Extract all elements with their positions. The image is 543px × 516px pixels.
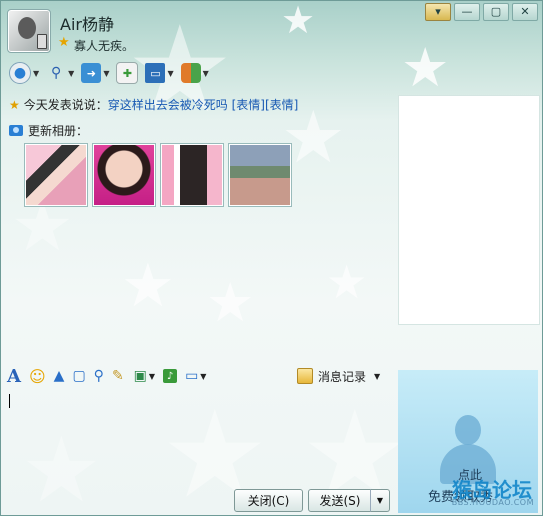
font-icon[interactable]: A — [7, 365, 21, 387]
close-button[interactable]: 关闭(C) — [234, 489, 303, 512]
send-options-button[interactable]: ▼ — [370, 489, 390, 512]
microphone-icon: ⚲ — [51, 65, 62, 81]
sms-icon: ✚ — [116, 62, 139, 84]
side-panel — [398, 95, 540, 325]
show-panel[interactable]: 点此 免费领取秀 猴岛论坛 BBS.HOUDAO.COM — [398, 370, 538, 513]
avatar[interactable] — [7, 9, 51, 53]
chat-header: Air杨静 ★ 寡人无疾。 ▾ — ▢ ✕ ● ▼ ⚲ ▼ ➜ ▼ ✚ ▭ ▼ … — [1, 1, 542, 93]
photo-thumbnail[interactable] — [228, 143, 292, 207]
sms-button[interactable]: ✚ — [114, 61, 140, 85]
chevron-down-icon[interactable]: ▼ — [68, 69, 74, 78]
scribble-icon[interactable]: ✎ — [112, 365, 124, 387]
webcam-button[interactable]: ● ▼ — [7, 61, 41, 85]
photo-image — [94, 145, 154, 205]
voice-message-icon[interactable]: ⚲ — [94, 365, 104, 387]
text-caret — [9, 394, 10, 408]
star-icon: ★ — [58, 35, 70, 50]
avatar-face — [18, 17, 36, 39]
chevron-down-icon[interactable]: ▼ — [200, 365, 206, 387]
chevron-down-icon[interactable]: ▼ — [203, 69, 209, 78]
photo-image — [162, 145, 222, 205]
apps-icon — [180, 63, 201, 83]
avatar-silhouette-icon — [455, 415, 481, 445]
contact-name[interactable]: Air杨静 — [60, 11, 114, 35]
remote-desktop-icon: ▭ — [145, 63, 166, 83]
close-window-button[interactable]: ✕ — [512, 3, 538, 21]
chevron-down-icon: ▼ — [374, 371, 381, 381]
input-toolbar: A ☺ ▲ ▢ ⚲ ✎ ▣ ▼ ♪ ▭ ▼ 消息记录 ▼ — [1, 364, 394, 388]
chat-history[interactable]: ★ 今天发表说说：穿这样出去会被冷死吗 [表情][表情] 更新相册： — [1, 93, 394, 359]
photo-thumbnail[interactable] — [24, 143, 88, 207]
history-icon — [297, 368, 313, 384]
status-link[interactable]: 穿这样出去会被冷死吗 [表情][表情] — [108, 98, 299, 112]
mobile-online-icon — [37, 34, 47, 49]
send-button[interactable]: 发送(S) — [308, 489, 372, 512]
watermark-url: BBS.HOUDAO.COM — [451, 498, 534, 507]
webcam-icon: ● — [9, 62, 31, 84]
chevron-down-icon[interactable]: ▼ — [149, 365, 155, 387]
photo-thumbnail[interactable] — [92, 143, 156, 207]
file-transfer-icon: ➜ — [81, 63, 102, 83]
camera-icon — [9, 125, 23, 136]
chevron-down-icon[interactable]: ▼ — [167, 69, 173, 78]
file-transfer-button[interactable]: ➜ ▼ — [79, 61, 111, 85]
chevron-down-icon[interactable]: ▼ — [103, 69, 109, 78]
shake-window-icon[interactable]: ▢ — [72, 365, 85, 387]
status-update: ★ 今天发表说说：穿这样出去会被冷死吗 [表情][表情] — [9, 96, 298, 113]
contact-signature: 寡人无疾。 — [74, 39, 135, 53]
history-label: 消息记录 — [318, 369, 367, 384]
maximize-button[interactable]: ▢ — [483, 3, 509, 21]
minimize-button[interactable]: — — [454, 3, 480, 21]
top-toolbar: ● ▼ ⚲ ▼ ➜ ▼ ✚ ▭ ▼ ▼ — [7, 61, 211, 85]
image-icon[interactable]: ▣ — [134, 365, 147, 387]
photo-image — [26, 145, 86, 205]
album-header: 更新相册： — [28, 124, 89, 138]
photo-thumbnail[interactable] — [160, 143, 224, 207]
chat-window: ★ ★ ★ ★ ★ ★ ★ ★ ★ ★ ★ Air杨静 ★ 寡人无疾。 ▾ — … — [0, 0, 543, 516]
chevron-down-icon[interactable]: ▼ — [33, 69, 39, 78]
music-icon[interactable]: ♪ — [163, 369, 178, 383]
apps-button[interactable]: ▼ — [179, 61, 211, 85]
voice-button[interactable]: ⚲ ▼ — [44, 61, 76, 85]
emoji-icon[interactable]: ☺ — [29, 365, 46, 387]
menu-button[interactable]: ▾ — [425, 3, 451, 21]
screenshot-icon[interactable]: ▭ — [185, 365, 198, 387]
star-icon: ★ — [9, 98, 20, 112]
magic-icon[interactable]: ▲ — [54, 365, 65, 387]
album-thumbnails — [24, 143, 292, 207]
window-controls: ▾ — ▢ ✕ — [425, 3, 538, 21]
album-update: 更新相册： — [9, 122, 88, 139]
message-history-button[interactable]: 消息记录 ▼ — [297, 364, 380, 388]
remote-desktop-button[interactable]: ▭ ▼ — [143, 61, 175, 85]
message-input[interactable] — [1, 388, 394, 484]
status-prefix: 今天发表说说： — [23, 98, 108, 112]
photo-image — [230, 145, 290, 205]
